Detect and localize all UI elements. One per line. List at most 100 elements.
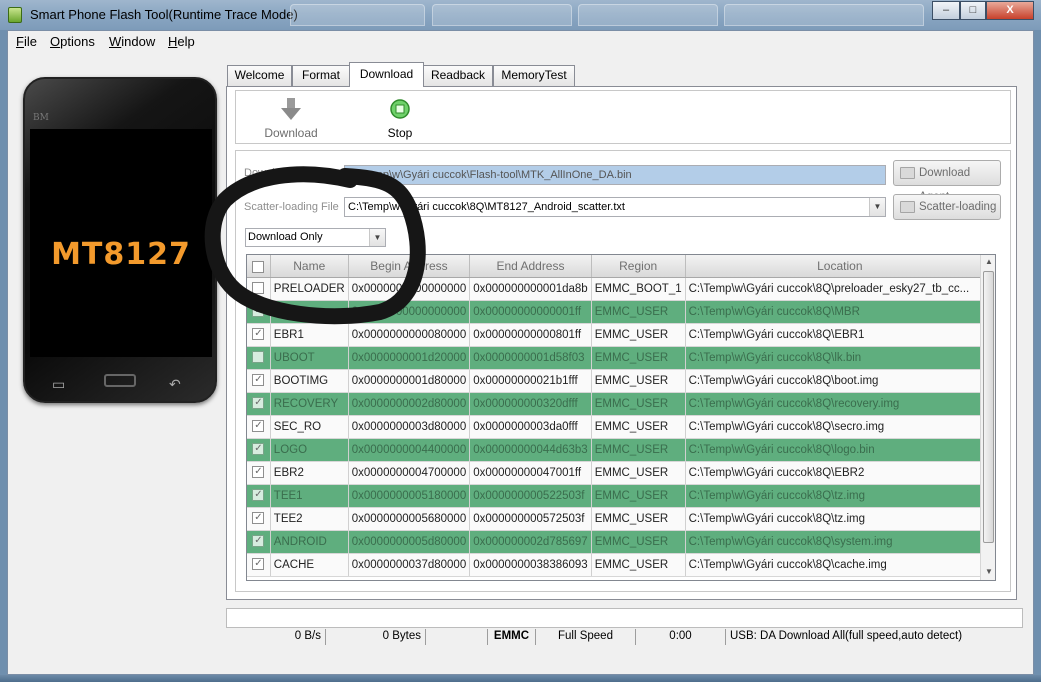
cell-location: C:\Temp\w\Gyári cuccok\8Q\secro.img (685, 415, 995, 439)
row-checkbox-cell[interactable] (247, 277, 271, 301)
tab-format[interactable]: Format (292, 65, 350, 86)
cell-region: EMMC_USER (591, 346, 686, 370)
row-checkbox[interactable]: ✓ (252, 374, 265, 387)
download-button[interactable]: Download (264, 97, 318, 140)
status-elapsed-time: 0:00 (636, 629, 726, 645)
menu-help[interactable]: Help (168, 34, 195, 49)
column-header-region[interactable]: Region (591, 255, 686, 278)
select-all-checkbox[interactable] (252, 260, 265, 273)
table-row[interactable]: ✓ EBR1 0x0000000000080000 0x00000000000801f… (247, 323, 995, 347)
row-checkbox[interactable]: ✓ (252, 397, 265, 410)
stop-icon (390, 99, 410, 119)
row-checkbox[interactable]: ✓ (252, 328, 265, 341)
row-checkbox-cell[interactable]: ✓ (247, 553, 271, 577)
menu-file[interactable]: File (16, 34, 37, 49)
row-checkbox[interactable]: ✓ (252, 420, 265, 433)
column-header-end-address[interactable]: End Address (469, 255, 592, 278)
row-checkbox[interactable]: ✓ (252, 512, 265, 525)
scroll-up-arrow-icon[interactable]: ▲ (981, 257, 995, 266)
scatter-loading-button[interactable]: Scatter-loading (893, 194, 1001, 220)
scatter-file-combo[interactable]: C:\Temp\w\Gyári cuccok\8Q\MT8127_Android… (344, 197, 886, 217)
cell-name: ANDROID (270, 530, 349, 554)
cell-begin-address: 0x0000000004700000 (348, 461, 471, 485)
table-row[interactable]: ✓ EBR2 0x0000000004700000 0x00000000047001f… (247, 461, 995, 485)
download-mode-select[interactable]: Download Only ▼ (245, 228, 386, 247)
row-checkbox[interactable] (252, 351, 265, 364)
table-row[interactable]: ✓ MBR 0x0000000000000000 0x00000000000001ff… (247, 300, 995, 324)
cell-region: EMMC_USER (591, 300, 686, 324)
cell-end-address: 0x0000000038386093 (469, 553, 592, 577)
column-header-name[interactable]: Name (270, 255, 349, 278)
row-checkbox-cell[interactable]: ✓ (247, 484, 271, 508)
cell-name: PRELOADER (270, 277, 349, 301)
table-row[interactable]: ✓ RECOVERY 0x0000000002d80000 0x00000000032… (247, 392, 995, 416)
tab-readback[interactable]: Readback (423, 65, 493, 86)
download-button-label: Download (264, 126, 318, 140)
row-checkbox[interactable]: ✓ (252, 466, 265, 479)
download-agent-path-field[interactable]: C:\Temp\w\Gyári cuccok\Flash-tool\MTK_Al… (344, 165, 886, 185)
cell-region: EMMC_USER (591, 369, 686, 393)
cell-begin-address: 0x0000000005680000 (348, 507, 471, 531)
column-header-location[interactable]: Location (685, 255, 995, 278)
table-row[interactable]: PRELOADER 0x0000000000000000 0x00000000000… (247, 277, 995, 301)
row-checkbox-cell[interactable]: ✓ (247, 507, 271, 531)
row-checkbox-cell[interactable]: ✓ (247, 369, 271, 393)
cell-end-address: 0x000000000572503f (469, 507, 592, 531)
phone-menu-key-icon: ▭ (52, 376, 66, 392)
table-vertical-scrollbar[interactable]: ▲ ▼ (980, 255, 995, 580)
row-checkbox-cell[interactable] (247, 346, 271, 370)
partition-table: Name Begin Address End Address Region Lo… (246, 254, 996, 581)
scrollbar-thumb[interactable] (983, 271, 994, 543)
row-checkbox-cell[interactable]: ✓ (247, 461, 271, 485)
download-agent-button[interactable]: Download Agent (893, 160, 1001, 203)
table-row[interactable]: ✓ LOGO 0x0000000004400000 0x00000000044d63b… (247, 438, 995, 462)
cell-begin-address: 0x0000000000080000 (348, 323, 471, 347)
tab-welcome[interactable]: Welcome (227, 65, 292, 86)
menu-window[interactable]: Window (109, 34, 155, 49)
table-row[interactable]: UBOOT 0x0000000001d20000 0x0000000001d58f0… (247, 346, 995, 370)
table-row[interactable]: ✓ TEE2 0x0000000005680000 0x000000000572503… (247, 507, 995, 531)
chevron-down-icon[interactable]: ▼ (369, 229, 385, 246)
phone-back-key-icon: ↶ (169, 376, 181, 392)
row-checkbox[interactable] (252, 282, 265, 295)
chevron-down-icon[interactable]: ▼ (869, 198, 885, 216)
background-taskbar-item (724, 4, 924, 26)
select-all-checkbox-header[interactable] (247, 255, 271, 278)
row-checkbox[interactable]: ✓ (252, 535, 265, 548)
cell-name: EBR2 (270, 461, 349, 485)
scroll-down-arrow-icon[interactable]: ▼ (981, 567, 995, 576)
stop-button[interactable]: Stop (380, 97, 420, 140)
cell-region: EMMC_USER (591, 484, 686, 508)
cell-begin-address: 0x0000000005180000 (348, 484, 471, 508)
download-config-group: Download-Agent C:\Temp\w\Gyári cuccok\Fl… (235, 150, 1011, 592)
cell-location: C:\Temp\w\Gyári cuccok\8Q\cache.img (685, 553, 995, 577)
column-header-begin-address[interactable]: Begin Address (348, 255, 471, 278)
maximize-button[interactable]: □ (960, 1, 986, 20)
row-checkbox-cell[interactable]: ✓ (247, 392, 271, 416)
row-checkbox-cell[interactable]: ✓ (247, 530, 271, 554)
row-checkbox-cell[interactable]: ✓ (247, 415, 271, 439)
menu-options[interactable]: Options (50, 34, 95, 49)
cell-location: C:\Temp\w\Gyári cuccok\8Q\EBR2 (685, 461, 995, 485)
row-checkbox-cell[interactable]: ✓ (247, 438, 271, 462)
cell-region: EMMC_USER (591, 323, 686, 347)
table-row[interactable]: ✓ TEE1 0x0000000005180000 0x000000000522503… (247, 484, 995, 508)
cell-begin-address: 0x0000000002d80000 (348, 392, 471, 416)
row-checkbox[interactable]: ✓ (252, 489, 265, 502)
row-checkbox[interactable]: ✓ (252, 558, 265, 571)
minimize-button[interactable]: – (932, 1, 960, 20)
row-checkbox[interactable]: ✓ (252, 443, 265, 456)
tab-download[interactable]: Download (349, 62, 424, 87)
download-arrow-icon (281, 98, 301, 120)
row-checkbox-cell[interactable]: ✓ (247, 323, 271, 347)
row-checkbox[interactable]: ✓ (252, 305, 265, 318)
row-checkbox-cell[interactable]: ✓ (247, 300, 271, 324)
table-row[interactable]: ✓ ANDROID 0x0000000005d80000 0x000000002d78… (247, 530, 995, 554)
close-button[interactable]: X (986, 1, 1034, 20)
cell-name: RECOVERY (270, 392, 349, 416)
cell-location: C:\Temp\w\Gyári cuccok\8Q\MBR (685, 300, 995, 324)
table-row[interactable]: ✓ CACHE 0x0000000037d80000 0x00000000383860… (247, 553, 995, 577)
tab-memorytest[interactable]: MemoryTest (493, 65, 575, 86)
table-row[interactable]: ✓ BOOTIMG 0x0000000001d80000 0x00000000021b… (247, 369, 995, 393)
table-row[interactable]: ✓ SEC_RO 0x0000000003d80000 0x0000000003da0… (247, 415, 995, 439)
